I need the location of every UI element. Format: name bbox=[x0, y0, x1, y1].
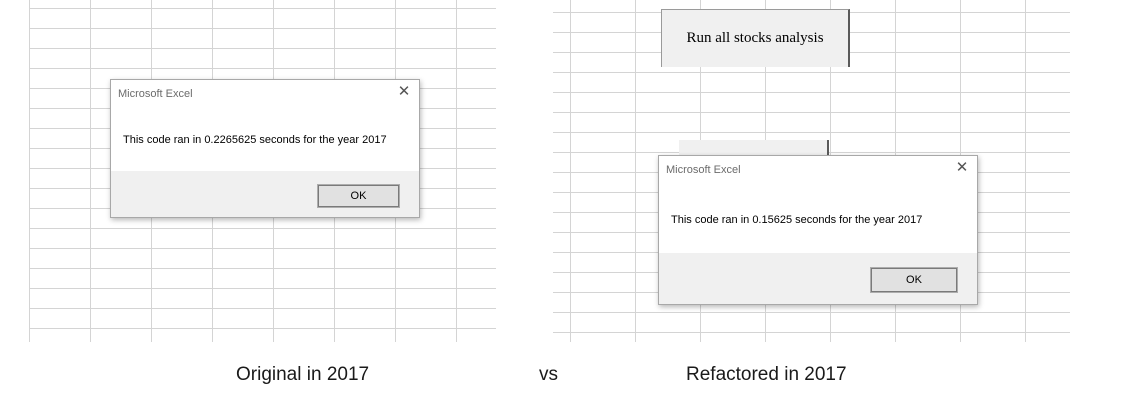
ok-button[interactable]: OK bbox=[870, 267, 958, 293]
ok-button[interactable]: OK bbox=[317, 184, 400, 208]
close-icon[interactable]: ✕ bbox=[395, 83, 413, 101]
message-dialog-refactored: Microsoft Excel ✕ This code ran in 0.156… bbox=[658, 155, 978, 305]
run-all-stocks-analysis-button[interactable]: Run all stocks analysis bbox=[661, 9, 850, 67]
caption-vs: vs bbox=[539, 364, 558, 385]
dialog-title: Microsoft Excel bbox=[118, 88, 193, 100]
second-macro-button[interactable] bbox=[679, 140, 829, 156]
dialog-title: Microsoft Excel bbox=[666, 164, 741, 176]
caption-original: Original in 2017 bbox=[236, 364, 370, 385]
ok-button-label: OK bbox=[350, 190, 367, 202]
message-dialog-original: Microsoft Excel ✕ This code ran in 0.226… bbox=[110, 79, 420, 218]
dialog-message: This code ran in 0.15625 seconds for the… bbox=[671, 214, 923, 226]
ok-button-label: OK bbox=[906, 274, 922, 286]
dialog-message: This code ran in 0.2265625 seconds for t… bbox=[123, 134, 387, 146]
close-icon[interactable]: ✕ bbox=[953, 159, 971, 177]
caption-refactored: Refactored in 2017 bbox=[686, 364, 847, 385]
run-all-stocks-analysis-label: Run all stocks analysis bbox=[686, 30, 824, 46]
